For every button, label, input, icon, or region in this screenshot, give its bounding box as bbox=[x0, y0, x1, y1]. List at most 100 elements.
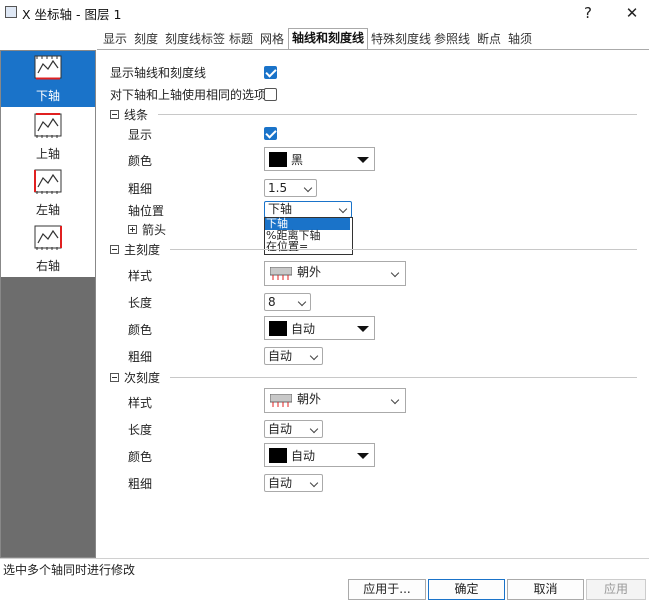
tab-title[interactable]: 标题 bbox=[226, 30, 256, 49]
chevron-down-icon bbox=[338, 204, 348, 214]
minor-thickness-combo[interactable]: 自动 bbox=[264, 474, 323, 492]
line-thickness-combo[interactable]: 1.5 bbox=[264, 179, 317, 197]
minor-ticks-collapse-toggle[interactable] bbox=[110, 373, 119, 382]
chevron-down-icon bbox=[309, 351, 319, 361]
tab-special-ticks[interactable]: 特殊刻度线 bbox=[368, 30, 434, 49]
chevron-down-icon bbox=[297, 297, 307, 307]
major-color-value: 自动 bbox=[291, 322, 316, 336]
axis-position-option[interactable]: 在位置= bbox=[265, 241, 350, 253]
line-thickness-label: 粗细 bbox=[128, 182, 153, 196]
line-color-value: 黑 bbox=[291, 153, 304, 167]
tab-grids[interactable]: 网格 bbox=[257, 30, 287, 49]
minor-ticks-divider bbox=[170, 377, 637, 378]
minor-style-value: 朝外 bbox=[297, 392, 322, 406]
tab-rug[interactable]: 轴须 bbox=[505, 30, 535, 49]
axis-item-label: 左轴 bbox=[35, 203, 60, 217]
major-color-dropdown[interactable]: 自动 bbox=[264, 316, 375, 340]
tab-line-and-ticks[interactable]: 轴线和刻度线 bbox=[288, 28, 369, 50]
tab-divider bbox=[97, 49, 649, 50]
chevron-down-icon bbox=[303, 183, 313, 193]
chevron-down-icon bbox=[309, 424, 319, 434]
major-ticks-divider bbox=[170, 249, 637, 250]
axis-item-label: 下轴 bbox=[35, 89, 60, 103]
chevron-down-icon bbox=[390, 395, 400, 405]
line-show-label: 显示 bbox=[128, 128, 153, 142]
axis-item-label: 右轴 bbox=[35, 259, 60, 273]
minor-style-label: 样式 bbox=[128, 396, 153, 410]
tab-display[interactable]: 显示 bbox=[100, 30, 130, 49]
close-button[interactable]: ✕ bbox=[618, 2, 646, 24]
color-swatch bbox=[269, 448, 287, 463]
line-show-checkbox[interactable] bbox=[264, 127, 277, 140]
major-style-dropdown[interactable]: 朝外 bbox=[264, 261, 406, 286]
tab-reference-lines[interactable]: 参照线 bbox=[431, 30, 473, 49]
dropdown-arrow-icon bbox=[357, 157, 369, 163]
major-thickness-combo[interactable]: 自动 bbox=[264, 347, 323, 365]
tab-breaks[interactable]: 断点 bbox=[474, 30, 504, 49]
color-swatch bbox=[269, 321, 287, 336]
line-color-dropdown[interactable]: 黑 bbox=[264, 147, 375, 171]
apply-button[interactable]: 应用 bbox=[586, 579, 646, 600]
arrow-label: 箭头 bbox=[142, 223, 167, 237]
major-thickness-value: 自动 bbox=[268, 349, 293, 363]
major-thickness-label: 粗细 bbox=[128, 350, 153, 364]
minor-thickness-label: 粗细 bbox=[128, 477, 153, 491]
show-axes-ticks-label: 显示轴线和刻度线 bbox=[110, 66, 207, 80]
axis-item-left[interactable]: 左轴 bbox=[1, 165, 95, 221]
major-style-value: 朝外 bbox=[297, 265, 322, 279]
axis-item-bottom[interactable]: 下轴 bbox=[1, 51, 95, 107]
minor-color-dropdown[interactable]: 自动 bbox=[264, 443, 375, 467]
dropdown-arrow-icon bbox=[357, 453, 369, 459]
minor-length-combo[interactable]: 自动 bbox=[264, 420, 323, 438]
axis-position-value: 下轴 bbox=[268, 202, 293, 216]
line-section-divider bbox=[158, 114, 637, 115]
minor-style-dropdown[interactable]: 朝外 bbox=[264, 388, 406, 413]
chevron-down-icon bbox=[309, 478, 319, 488]
major-ticks-title: 主刻度 bbox=[124, 243, 161, 257]
axis-item-label: 上轴 bbox=[35, 147, 60, 161]
help-button[interactable]: ? bbox=[574, 2, 602, 24]
ticks-out-icon bbox=[270, 394, 292, 407]
axis-item-top[interactable]: 上轴 bbox=[1, 109, 95, 165]
color-swatch bbox=[269, 152, 287, 167]
minor-length-value: 自动 bbox=[268, 422, 293, 436]
line-thickness-value: 1.5 bbox=[268, 181, 288, 195]
same-options-checkbox[interactable] bbox=[264, 88, 277, 101]
top-axis-icon bbox=[34, 113, 62, 138]
axis-position-dropdown[interactable]: 下轴 bbox=[264, 201, 352, 218]
major-length-combo[interactable]: 8 bbox=[264, 293, 311, 311]
left-axis-icon bbox=[34, 169, 62, 194]
tab-tick-labels[interactable]: 刻度线标签 bbox=[162, 30, 228, 49]
ok-button[interactable]: 确定 bbox=[428, 579, 505, 600]
major-length-label: 长度 bbox=[128, 296, 153, 310]
show-axes-ticks-checkbox[interactable] bbox=[264, 66, 277, 79]
tab-scale[interactable]: 刻度 bbox=[131, 30, 161, 49]
window-title: X 坐标轴 - 图层 1 bbox=[22, 7, 122, 22]
line-color-label: 颜色 bbox=[128, 154, 153, 168]
status-divider bbox=[0, 558, 649, 559]
cancel-button[interactable]: 取消 bbox=[507, 579, 584, 600]
dropdown-arrow-icon bbox=[357, 326, 369, 332]
axis-position-label: 轴位置 bbox=[128, 204, 165, 218]
minor-color-label: 颜色 bbox=[128, 450, 153, 464]
title-bar: X 坐标轴 - 图层 1 ? ✕ bbox=[0, 0, 649, 26]
right-axis-icon bbox=[34, 225, 62, 250]
major-length-value: 8 bbox=[268, 295, 276, 309]
chevron-down-icon bbox=[390, 268, 400, 278]
same-options-label: 对下轴和上轴使用相同的选项 bbox=[110, 88, 267, 102]
window-icon bbox=[5, 6, 17, 18]
bottom-axis-icon bbox=[34, 55, 62, 80]
arrow-expand-toggle[interactable] bbox=[128, 225, 137, 234]
ticks-out-icon bbox=[270, 267, 292, 280]
axis-list-panel: 下轴 上轴 左轴 右轴 bbox=[0, 50, 96, 558]
minor-ticks-title: 次刻度 bbox=[124, 371, 161, 385]
major-color-label: 颜色 bbox=[128, 323, 153, 337]
major-style-label: 样式 bbox=[128, 269, 153, 283]
minor-length-label: 长度 bbox=[128, 423, 153, 437]
line-section-collapse-toggle[interactable] bbox=[110, 110, 119, 119]
line-section-title: 线条 bbox=[124, 108, 149, 122]
apply-to-button[interactable]: 应用于... bbox=[348, 579, 426, 600]
axis-item-right[interactable]: 右轴 bbox=[1, 221, 95, 277]
major-ticks-collapse-toggle[interactable] bbox=[110, 245, 119, 254]
status-text: 选中多个轴同时进行修改 bbox=[3, 563, 136, 577]
